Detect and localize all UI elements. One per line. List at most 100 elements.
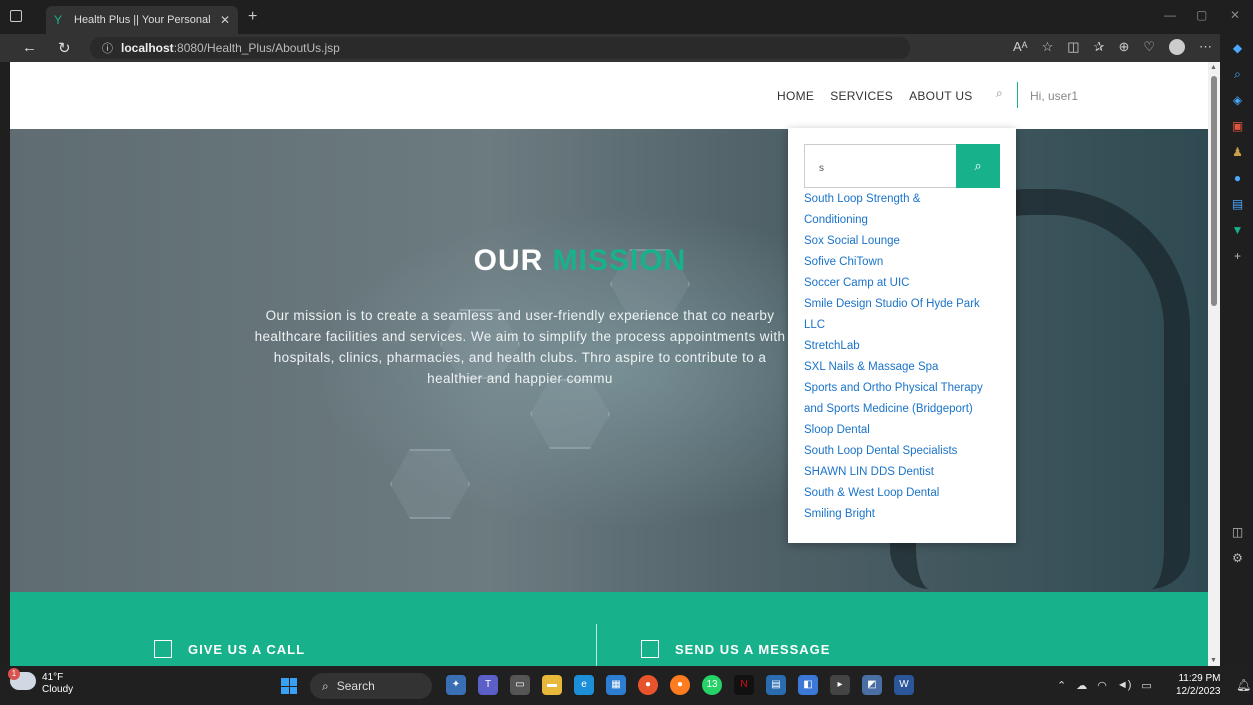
- phone-icon: [154, 640, 172, 658]
- sidebar-search-icon[interactable]: ⌕: [1230, 66, 1246, 82]
- read-aloud-icon[interactable]: Aᴬ: [1013, 39, 1028, 55]
- message-section[interactable]: SEND US A MESSAGE: [641, 640, 830, 658]
- games-icon[interactable]: ♟: [1230, 144, 1246, 160]
- menu-services[interactable]: SERVICES: [830, 89, 893, 103]
- store-icon[interactable]: ▦: [606, 675, 626, 695]
- taskbar-search[interactable]: ⌕ Search: [310, 673, 432, 699]
- drop-icon[interactable]: ▼: [1230, 222, 1246, 238]
- window-menu-icon[interactable]: [10, 10, 22, 22]
- search-result[interactable]: Conditioning: [804, 210, 1004, 231]
- collections-icon[interactable]: ⊕: [1118, 39, 1129, 55]
- notification-bell-icon[interactable]: 🔔︎: [1236, 678, 1251, 692]
- main-menu: HOME SERVICES ABOUT US: [777, 89, 973, 103]
- search-result[interactable]: StretchLab: [804, 336, 1004, 357]
- temperature: 41°F: [42, 672, 64, 683]
- search-result[interactable]: LLC: [804, 315, 1004, 336]
- whatsapp-icon[interactable]: 13: [702, 675, 722, 695]
- page-scrollbar[interactable]: ▲ ▼: [1208, 62, 1220, 666]
- firefox-icon[interactable]: ●: [670, 675, 690, 695]
- outlook-icon[interactable]: ▤: [1230, 196, 1246, 212]
- terminal-icon[interactable]: ▸: [830, 675, 850, 695]
- word-icon[interactable]: W: [894, 675, 914, 695]
- taskbar-search-label: Search: [336, 679, 375, 693]
- search-result[interactable]: SHAWN LIN DDS Dentist: [804, 462, 1004, 483]
- start-icon[interactable]: [281, 678, 297, 694]
- maximize-icon[interactable]: ▢: [1196, 8, 1207, 22]
- menu-about-us[interactable]: ABOUT US: [909, 89, 973, 103]
- search-result[interactable]: SXL Nails & Massage Spa: [804, 357, 1004, 378]
- vscode-icon[interactable]: ◧: [798, 675, 818, 695]
- copilot-icon[interactable]: ◆: [1230, 40, 1246, 56]
- minimize-icon[interactable]: —: [1164, 8, 1176, 22]
- date: 12/2/2023: [1176, 686, 1221, 697]
- search-result[interactable]: South Loop Strength &: [804, 189, 1004, 210]
- scrollbar-thumb[interactable]: [1211, 76, 1217, 306]
- onedrive-icon[interactable]: ☁: [1076, 679, 1087, 692]
- close-tab-icon[interactable]: ✕: [220, 13, 230, 27]
- split-screen-icon[interactable]: ◫: [1067, 39, 1079, 55]
- favorite-star-icon[interactable]: ☆: [1042, 39, 1054, 55]
- favorites-icon[interactable]: ✰: [1094, 39, 1105, 55]
- hero-title-accent: MISSION: [552, 244, 687, 277]
- contact-band: GIVE US A CALL SEND US A MESSAGE: [10, 592, 1208, 666]
- more-options-icon[interactable]: ⋯: [1199, 39, 1212, 55]
- pinned-apps: ✦ T ▭ ▬ e ▦ ● ● 13 N ▤ ◧ ▸ ◩ W: [446, 675, 914, 695]
- system-tray: ⌃ ☁ ◠ ◄) ▭: [1057, 679, 1152, 692]
- refresh-icon[interactable]: ↻: [58, 39, 71, 57]
- browser-toolbar: Aᴬ ☆ ◫ ✰ ⊕ ♡ ⋯: [1013, 39, 1212, 55]
- search-result[interactable]: Soccer Camp at UIC: [804, 273, 1004, 294]
- search-icon[interactable]: ⌕: [996, 86, 1003, 101]
- browser-tab[interactable]: Y Health Plus || Your Personal Heal ✕: [46, 6, 238, 34]
- search-result[interactable]: Sports and Ortho Physical Therapy: [804, 378, 1004, 399]
- scroll-up-icon[interactable]: ▲: [1210, 64, 1217, 71]
- search-result[interactable]: Sofive ChiTown: [804, 252, 1004, 273]
- remote-desktop-icon[interactable]: ◩: [862, 675, 882, 695]
- health-icon[interactable]: ♡: [1143, 39, 1155, 55]
- search-result[interactable]: Smile Design Studio Of Hyde Park: [804, 294, 1004, 315]
- call-label: GIVE US A CALL: [188, 641, 306, 657]
- search-input[interactable]: s: [804, 144, 956, 188]
- new-tab-icon[interactable]: +: [248, 8, 257, 26]
- office-icon[interactable]: ●: [1230, 170, 1246, 186]
- address-bar: ← ↻ ⓘ localhost :8080/Health_Plus/AboutU…: [0, 34, 1220, 62]
- teams-icon[interactable]: T: [478, 675, 498, 695]
- search-result[interactable]: Sox Social Lounge: [804, 231, 1004, 252]
- wifi-icon[interactable]: ◠: [1097, 679, 1107, 692]
- netflix-icon[interactable]: N: [734, 675, 754, 695]
- search-result[interactable]: South & West Loop Dental: [804, 483, 1004, 504]
- chrome-icon[interactable]: ●: [638, 675, 658, 695]
- tab-title: Health Plus || Your Personal Heal: [74, 14, 214, 26]
- scroll-down-icon[interactable]: ▼: [1210, 657, 1217, 664]
- sidebar-layout-icon[interactable]: ◫: [1230, 524, 1246, 540]
- window-close-icon[interactable]: ✕: [1230, 8, 1240, 22]
- task-view-icon[interactable]: ▭: [510, 675, 530, 695]
- add-sidebar-icon[interactable]: +: [1230, 248, 1246, 264]
- widgets-icon[interactable]: ✦: [446, 675, 466, 695]
- search-result[interactable]: Sloop Dental: [804, 420, 1004, 441]
- menu-home[interactable]: HOME: [777, 89, 814, 103]
- calculator-icon[interactable]: ▤: [766, 675, 786, 695]
- search-result[interactable]: South Loop Dental Specialists: [804, 441, 1004, 462]
- shopping-icon[interactable]: ◈: [1230, 92, 1246, 108]
- show-hidden-icon[interactable]: ⌃: [1057, 679, 1066, 692]
- clock[interactable]: 11:29 PM 12/2/2023: [1176, 672, 1221, 698]
- weather-condition: Cloudy: [42, 684, 74, 695]
- site-info-icon[interactable]: ⓘ: [102, 40, 113, 56]
- volume-icon[interactable]: ◄): [1117, 679, 1132, 692]
- search-submit-button[interactable]: ⌕: [956, 144, 1000, 188]
- profile-avatar[interactable]: [1169, 39, 1185, 55]
- file-explorer-icon[interactable]: ▬: [542, 675, 562, 695]
- weather-widget[interactable]: 1 41°F Cloudy: [8, 668, 74, 696]
- back-icon[interactable]: ←: [22, 39, 37, 56]
- tools-icon[interactable]: ▣: [1230, 118, 1246, 134]
- mail-icon: [641, 640, 659, 658]
- battery-icon[interactable]: ▭: [1141, 679, 1151, 692]
- user-greeting[interactable]: Hi, user1: [1030, 89, 1078, 103]
- edge-icon[interactable]: e: [574, 675, 594, 695]
- hero-banner: OUR MISSION Our mission is to create a s…: [10, 129, 1208, 592]
- search-result[interactable]: Smiling Bright: [804, 504, 1004, 525]
- call-section[interactable]: GIVE US A CALL: [154, 640, 305, 658]
- sidebar-settings-icon[interactable]: ⚙: [1230, 550, 1246, 566]
- search-result[interactable]: and Sports Medicine (Bridgeport): [804, 399, 1004, 420]
- url-field[interactable]: ⓘ localhost :8080/Health_Plus/AboutUs.js…: [90, 37, 910, 59]
